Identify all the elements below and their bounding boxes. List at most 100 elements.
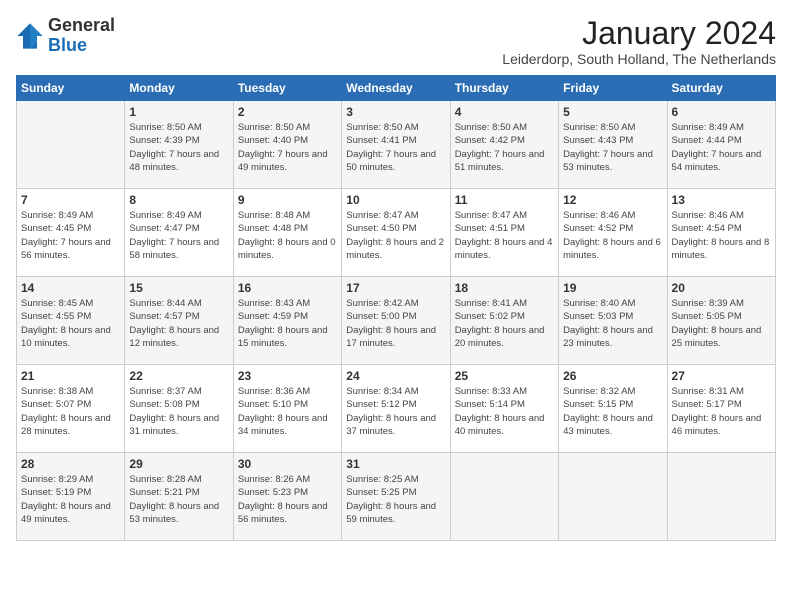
day-info: Sunrise: 8:37 AMSunset: 5:08 PMDaylight:… [129,385,228,438]
day-number: 8 [129,193,228,207]
location: Leiderdorp, South Holland, The Netherlan… [502,51,776,67]
col-sunday: Sunday [17,76,125,101]
day-number: 26 [563,369,662,383]
day-cell: 12 Sunrise: 8:46 AMSunset: 4:52 PMDaylig… [559,189,667,277]
logo-general-text: General [48,15,115,35]
day-cell: 22 Sunrise: 8:37 AMSunset: 5:08 PMDaylig… [125,365,233,453]
day-info: Sunrise: 8:50 AMSunset: 4:40 PMDaylight:… [238,121,337,174]
day-info: Sunrise: 8:39 AMSunset: 5:05 PMDaylight:… [672,297,771,350]
day-info: Sunrise: 8:50 AMSunset: 4:39 PMDaylight:… [129,121,228,174]
week-row-1: 7 Sunrise: 8:49 AMSunset: 4:45 PMDayligh… [17,189,776,277]
day-cell: 31 Sunrise: 8:25 AMSunset: 5:25 PMDaylig… [342,453,450,541]
day-number: 13 [672,193,771,207]
calendar-table: Sunday Monday Tuesday Wednesday Thursday… [16,75,776,541]
day-number: 10 [346,193,445,207]
day-number: 24 [346,369,445,383]
day-info: Sunrise: 8:42 AMSunset: 5:00 PMDaylight:… [346,297,445,350]
day-info: Sunrise: 8:50 AMSunset: 4:41 PMDaylight:… [346,121,445,174]
day-info: Sunrise: 8:34 AMSunset: 5:12 PMDaylight:… [346,385,445,438]
day-number: 12 [563,193,662,207]
day-cell: 25 Sunrise: 8:33 AMSunset: 5:14 PMDaylig… [450,365,558,453]
day-cell: 9 Sunrise: 8:48 AMSunset: 4:48 PMDayligh… [233,189,341,277]
col-thursday: Thursday [450,76,558,101]
logo-blue-text: Blue [48,35,87,55]
day-info: Sunrise: 8:48 AMSunset: 4:48 PMDaylight:… [238,209,337,262]
day-info: Sunrise: 8:49 AMSunset: 4:45 PMDaylight:… [21,209,120,262]
day-cell: 14 Sunrise: 8:45 AMSunset: 4:55 PMDaylig… [17,277,125,365]
day-number: 14 [21,281,120,295]
day-cell: 16 Sunrise: 8:43 AMSunset: 4:59 PMDaylig… [233,277,341,365]
day-info: Sunrise: 8:33 AMSunset: 5:14 PMDaylight:… [455,385,554,438]
day-cell: 18 Sunrise: 8:41 AMSunset: 5:02 PMDaylig… [450,277,558,365]
day-info: Sunrise: 8:50 AMSunset: 4:43 PMDaylight:… [563,121,662,174]
day-info: Sunrise: 8:28 AMSunset: 5:21 PMDaylight:… [129,473,228,526]
day-cell: 26 Sunrise: 8:32 AMSunset: 5:15 PMDaylig… [559,365,667,453]
day-cell: 29 Sunrise: 8:28 AMSunset: 5:21 PMDaylig… [125,453,233,541]
day-cell: 13 Sunrise: 8:46 AMSunset: 4:54 PMDaylig… [667,189,775,277]
day-info: Sunrise: 8:49 AMSunset: 4:47 PMDaylight:… [129,209,228,262]
week-row-2: 14 Sunrise: 8:45 AMSunset: 4:55 PMDaylig… [17,277,776,365]
day-number: 27 [672,369,771,383]
day-number: 6 [672,105,771,119]
day-number: 4 [455,105,554,119]
page: General Blue January 2024 Leiderdorp, So… [0,0,792,612]
day-cell: 27 Sunrise: 8:31 AMSunset: 5:17 PMDaylig… [667,365,775,453]
header: General Blue January 2024 Leiderdorp, So… [16,16,776,67]
day-number: 15 [129,281,228,295]
day-number: 29 [129,457,228,471]
day-info: Sunrise: 8:50 AMSunset: 4:42 PMDaylight:… [455,121,554,174]
day-info: Sunrise: 8:36 AMSunset: 5:10 PMDaylight:… [238,385,337,438]
month-title: January 2024 [502,16,776,51]
day-cell [450,453,558,541]
day-number: 2 [238,105,337,119]
col-saturday: Saturday [667,76,775,101]
day-cell: 2 Sunrise: 8:50 AMSunset: 4:40 PMDayligh… [233,101,341,189]
col-monday: Monday [125,76,233,101]
logo: General Blue [16,16,115,56]
day-number: 30 [238,457,337,471]
day-cell: 3 Sunrise: 8:50 AMSunset: 4:41 PMDayligh… [342,101,450,189]
day-cell: 1 Sunrise: 8:50 AMSunset: 4:39 PMDayligh… [125,101,233,189]
day-info: Sunrise: 8:43 AMSunset: 4:59 PMDaylight:… [238,297,337,350]
day-cell: 7 Sunrise: 8:49 AMSunset: 4:45 PMDayligh… [17,189,125,277]
day-cell: 21 Sunrise: 8:38 AMSunset: 5:07 PMDaylig… [17,365,125,453]
day-info: Sunrise: 8:31 AMSunset: 5:17 PMDaylight:… [672,385,771,438]
day-number: 16 [238,281,337,295]
day-number: 28 [21,457,120,471]
day-cell: 28 Sunrise: 8:29 AMSunset: 5:19 PMDaylig… [17,453,125,541]
day-info: Sunrise: 8:46 AMSunset: 4:52 PMDaylight:… [563,209,662,262]
day-cell: 24 Sunrise: 8:34 AMSunset: 5:12 PMDaylig… [342,365,450,453]
day-cell: 19 Sunrise: 8:40 AMSunset: 5:03 PMDaylig… [559,277,667,365]
day-info: Sunrise: 8:41 AMSunset: 5:02 PMDaylight:… [455,297,554,350]
day-number: 31 [346,457,445,471]
day-info: Sunrise: 8:29 AMSunset: 5:19 PMDaylight:… [21,473,120,526]
day-number: 21 [21,369,120,383]
day-info: Sunrise: 8:49 AMSunset: 4:44 PMDaylight:… [672,121,771,174]
day-info: Sunrise: 8:25 AMSunset: 5:25 PMDaylight:… [346,473,445,526]
day-cell: 10 Sunrise: 8:47 AMSunset: 4:50 PMDaylig… [342,189,450,277]
col-tuesday: Tuesday [233,76,341,101]
day-cell: 23 Sunrise: 8:36 AMSunset: 5:10 PMDaylig… [233,365,341,453]
day-cell: 6 Sunrise: 8:49 AMSunset: 4:44 PMDayligh… [667,101,775,189]
day-number: 19 [563,281,662,295]
day-cell: 17 Sunrise: 8:42 AMSunset: 5:00 PMDaylig… [342,277,450,365]
day-info: Sunrise: 8:47 AMSunset: 4:50 PMDaylight:… [346,209,445,262]
day-number: 18 [455,281,554,295]
day-cell: 30 Sunrise: 8:26 AMSunset: 5:23 PMDaylig… [233,453,341,541]
day-info: Sunrise: 8:40 AMSunset: 5:03 PMDaylight:… [563,297,662,350]
day-cell: 11 Sunrise: 8:47 AMSunset: 4:51 PMDaylig… [450,189,558,277]
day-number: 3 [346,105,445,119]
day-number: 23 [238,369,337,383]
day-cell: 20 Sunrise: 8:39 AMSunset: 5:05 PMDaylig… [667,277,775,365]
day-number: 5 [563,105,662,119]
col-wednesday: Wednesday [342,76,450,101]
day-number: 17 [346,281,445,295]
header-row: Sunday Monday Tuesday Wednesday Thursday… [17,76,776,101]
day-number: 11 [455,193,554,207]
day-cell [559,453,667,541]
day-number: 20 [672,281,771,295]
day-info: Sunrise: 8:47 AMSunset: 4:51 PMDaylight:… [455,209,554,262]
day-info: Sunrise: 8:45 AMSunset: 4:55 PMDaylight:… [21,297,120,350]
day-number: 1 [129,105,228,119]
day-number: 25 [455,369,554,383]
